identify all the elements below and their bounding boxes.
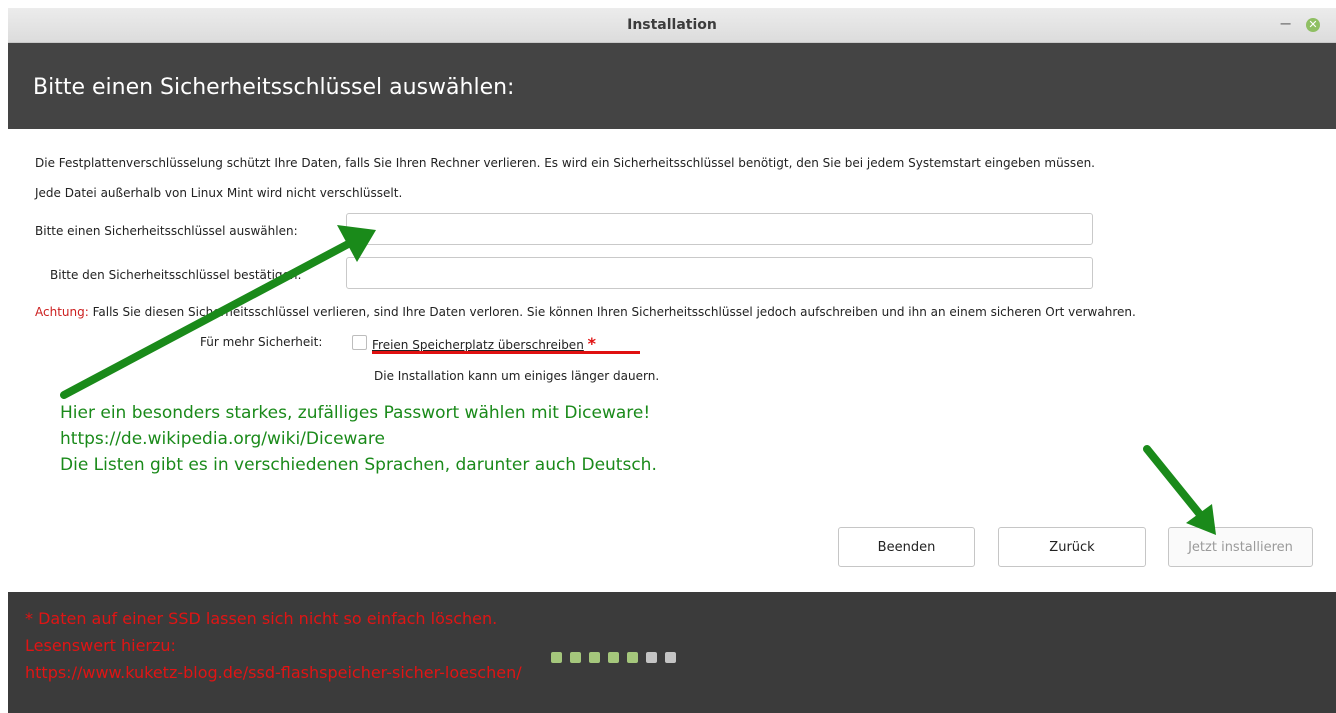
diceware-note-line-1: Hier ein besonders starkes, zufälliges P…	[60, 403, 651, 423]
progress-step-3	[589, 652, 600, 663]
install-button[interactable]: Jetzt installieren	[1168, 527, 1313, 567]
confirm-label: Bitte den Sicherheitsschlüssel bestätige…	[50, 268, 302, 282]
footer-note-line-1: * Daten auf einer SSD lassen sich nicht …	[25, 609, 498, 628]
overwrite-underline	[372, 351, 640, 354]
progress-step-2	[570, 652, 581, 663]
warning-text: Achtung: Falls Sie diesen Sicherheitssch…	[35, 305, 1136, 319]
diceware-note-link: https://de.wikipedia.org/wiki/Diceware	[60, 429, 385, 449]
close-icon[interactable]: ✕	[1306, 18, 1320, 32]
window-titlebar[interactable]: Installation − ✕	[8, 8, 1336, 43]
overwrite-label[interactable]: Freien Speicherplatz überschreiben	[372, 338, 584, 352]
warning-message: Falls Sie diesen Sicherheitsschlüssel ve…	[88, 305, 1136, 319]
progress-indicator	[551, 648, 684, 663]
description-line-2: Jede Datei außerhalb von Linux Mint wird…	[35, 186, 403, 200]
security-label: Für mehr Sicherheit:	[200, 335, 323, 349]
key-input[interactable]	[346, 213, 1093, 245]
installer-footer: * Daten auf einer SSD lassen sich nicht …	[8, 592, 1336, 713]
quit-button[interactable]: Beenden	[838, 527, 975, 567]
confirm-input[interactable]	[346, 257, 1093, 289]
warning-prefix: Achtung:	[35, 305, 89, 319]
key-label: Bitte einen Sicherheitsschlüssel auswähl…	[35, 224, 298, 238]
progress-step-7	[665, 652, 676, 663]
progress-step-5	[627, 652, 638, 663]
overwrite-checkbox[interactable]	[352, 335, 367, 350]
progress-step-1	[551, 652, 562, 663]
progress-step-6	[646, 652, 657, 663]
footer-note-line-2: Lesenswert hierzu:	[25, 636, 176, 655]
footer-note: * Daten auf einer SSD lassen sich nicht …	[25, 605, 522, 686]
main-content: Die Festplattenverschlüsselung schützt I…	[8, 129, 1336, 592]
overwrite-hint: Die Installation kann um einiges länger …	[374, 369, 660, 383]
diceware-note: Hier ein besonders starkes, zufälliges P…	[60, 400, 657, 478]
description-line-1: Die Festplattenverschlüsselung schützt I…	[35, 156, 1095, 170]
window-title: Installation	[627, 17, 717, 33]
back-button[interactable]: Zurück	[998, 527, 1146, 567]
diceware-note-line-3: Die Listen gibt es in verschiedenen Spra…	[60, 455, 657, 475]
progress-step-4	[608, 652, 619, 663]
page-header: Bitte einen Sicherheitsschlüssel auswähl…	[8, 43, 1336, 129]
minimize-icon[interactable]: −	[1279, 8, 1292, 40]
page-title: Bitte einen Sicherheitsschlüssel auswähl…	[33, 75, 515, 100]
footer-note-link: https://www.kuketz-blog.de/ssd-flashspei…	[25, 663, 522, 682]
